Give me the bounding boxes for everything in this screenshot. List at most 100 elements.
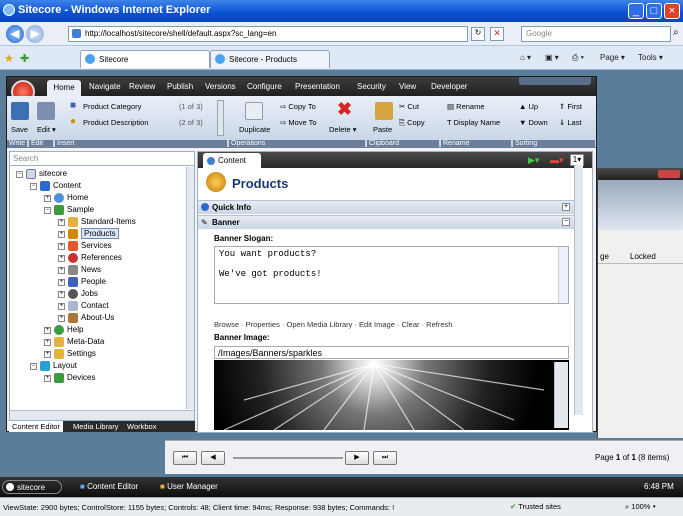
minimize-button[interactable]: _ bbox=[628, 3, 644, 19]
tab-home[interactable]: Home bbox=[47, 80, 81, 96]
tree-node-contact[interactable]: + Contact bbox=[10, 301, 185, 313]
cut-button[interactable]: ✂ Cut bbox=[399, 102, 419, 111]
tab-configure[interactable]: Configure bbox=[247, 82, 282, 91]
image-scrollbar[interactable] bbox=[554, 362, 568, 428]
column-locked[interactable]: Locked bbox=[630, 252, 656, 261]
duplicate-button[interactable]: Duplicate bbox=[239, 125, 270, 134]
collapse-icon[interactable]: − bbox=[562, 218, 570, 226]
last-page-button[interactable]: ⏭ bbox=[373, 451, 397, 465]
tree-node-services[interactable]: + Services bbox=[10, 241, 185, 253]
user-manager-close-button[interactable] bbox=[658, 170, 680, 178]
zoom-level[interactable]: ⌕ 100% ▾ bbox=[625, 502, 656, 512]
print-icon[interactable]: ⎙ ▾ bbox=[572, 53, 584, 63]
maximize-button[interactable]: □ bbox=[646, 3, 662, 19]
add-favorites-icon[interactable]: ✚ bbox=[20, 52, 29, 65]
tree-node-products[interactable]: + Products bbox=[10, 228, 185, 241]
back-icon[interactable]: ◀ bbox=[6, 25, 24, 43]
expand-icon[interactable]: + bbox=[562, 203, 570, 211]
tab-navigate[interactable]: Navigate bbox=[89, 82, 121, 91]
feeds-icon[interactable]: ▣ ▾ bbox=[545, 53, 559, 62]
ie-tab-products[interactable]: Sitecore - Products bbox=[210, 50, 330, 68]
address-input[interactable]: http://localhost/sitecore/shell/default.… bbox=[68, 26, 468, 42]
ie-tab-sitecore[interactable]: Sitecore bbox=[80, 50, 210, 68]
column-age[interactable]: ge bbox=[600, 252, 609, 261]
tab-versions[interactable]: Versions bbox=[205, 82, 236, 91]
insert-scroll[interactable] bbox=[217, 100, 224, 136]
tab-content-editor[interactable]: Content Editor bbox=[9, 421, 63, 432]
pager-slider[interactable] bbox=[233, 457, 343, 459]
insert-product-description[interactable]: Product Description bbox=[83, 118, 148, 127]
navigate-icon[interactable]: ▶▾ bbox=[528, 155, 539, 166]
tree-horizontal-scrollbar[interactable] bbox=[10, 410, 194, 420]
copy-button[interactable]: ⎘ Copy bbox=[399, 118, 425, 128]
insert-product-category[interactable]: Product Category bbox=[83, 102, 141, 111]
save-button[interactable]: Save bbox=[11, 125, 28, 134]
content-vertical-scrollbar[interactable] bbox=[574, 165, 583, 415]
edit-icon[interactable] bbox=[37, 102, 55, 120]
page-menu[interactable]: Page ▾ bbox=[600, 53, 625, 62]
tab-security[interactable]: Security bbox=[357, 82, 386, 91]
prev-page-button[interactable]: ◀ bbox=[201, 451, 225, 465]
tree-node-home[interactable]: + Home bbox=[10, 193, 185, 205]
tools-menu[interactable]: Tools ▾ bbox=[638, 53, 663, 62]
stop-icon[interactable]: ✕ bbox=[490, 27, 504, 41]
first-page-button[interactable]: ⏮ bbox=[173, 451, 197, 465]
paste-icon[interactable] bbox=[375, 102, 393, 120]
first-button[interactable]: ⇑ First bbox=[559, 102, 582, 111]
up-button[interactable]: ▲ Up bbox=[519, 102, 538, 111]
tree-node-content[interactable]: − Content bbox=[10, 181, 185, 193]
tree-vertical-scrollbar[interactable] bbox=[186, 167, 194, 409]
image-actions[interactable]: Browse · Properties · Open Media Library… bbox=[214, 320, 452, 329]
tab-media-library[interactable]: Media Library bbox=[73, 422, 118, 431]
banner-image-path[interactable]: /Images/Banners/sparkles bbox=[214, 346, 569, 359]
language-flag-icon[interactable]: ▬▾ bbox=[550, 155, 564, 166]
last-button[interactable]: ⇓ Last bbox=[559, 118, 582, 127]
delete-button[interactable]: Delete ▾ bbox=[329, 125, 357, 134]
rename-button[interactable]: ▤ Rename bbox=[447, 102, 485, 111]
tree-node-layout[interactable]: − Layout bbox=[10, 361, 185, 373]
duplicate-icon[interactable] bbox=[245, 102, 263, 120]
banner-section[interactable]: Banner bbox=[198, 215, 574, 229]
window-controls[interactable] bbox=[519, 77, 591, 85]
slogan-scrollbar[interactable] bbox=[558, 247, 568, 303]
next-page-button[interactable]: ▶ bbox=[345, 451, 369, 465]
close-button[interactable]: × bbox=[664, 3, 680, 19]
tree-node-news[interactable]: + News bbox=[10, 265, 185, 277]
edit-button[interactable]: Edit ▾ bbox=[37, 125, 56, 134]
forward-icon[interactable]: ▶ bbox=[26, 25, 44, 43]
banner-slogan-field[interactable]: You want products? We've got products! bbox=[214, 246, 569, 304]
tree-node-settings[interactable]: + Settings bbox=[10, 349, 185, 361]
delete-icon[interactable]: ✖ bbox=[337, 99, 352, 120]
display-name-button[interactable]: T Display Name bbox=[447, 118, 500, 127]
tree-node-meta-data[interactable]: + Meta-Data bbox=[10, 337, 185, 349]
favorites-star-icon[interactable]: ★ bbox=[4, 52, 14, 65]
taskbar-user-manager[interactable]: ■ User Manager bbox=[160, 482, 218, 491]
search-icon[interactable]: ⌕ bbox=[673, 27, 679, 38]
tab-workbox[interactable]: Workbox bbox=[127, 422, 156, 431]
tree-node-references[interactable]: + References bbox=[10, 253, 185, 265]
tab-view[interactable]: View bbox=[399, 82, 416, 91]
move-to-button[interactable]: ⇨ Move To bbox=[280, 118, 317, 127]
down-button[interactable]: ▼ Down bbox=[519, 118, 548, 127]
tab-publish[interactable]: Publish bbox=[167, 82, 193, 91]
search-input[interactable]: Google bbox=[521, 26, 671, 42]
tree-node-sample[interactable]: − Sample bbox=[10, 205, 185, 217]
copy-to-button[interactable]: ⇨ Copy To bbox=[280, 102, 316, 111]
tree-node-people[interactable]: + People bbox=[10, 277, 185, 289]
save-icon[interactable] bbox=[11, 102, 29, 120]
taskbar-content-editor[interactable]: ■ Content Editor bbox=[80, 482, 138, 491]
tree-node-sitecore[interactable]: − sitecore bbox=[10, 169, 185, 181]
tree-node-about-us[interactable]: + About-Us bbox=[10, 313, 185, 325]
paste-button[interactable]: Paste bbox=[373, 125, 392, 134]
quick-info-section[interactable]: Quick Info bbox=[198, 200, 574, 214]
refresh-icon[interactable]: ↻ bbox=[471, 27, 485, 41]
home-icon[interactable]: ⌂ ▾ bbox=[520, 53, 531, 62]
tree-node-devices[interactable]: + Devices bbox=[10, 373, 185, 385]
tab-presentation[interactable]: Presentation bbox=[295, 82, 340, 91]
tree-node-help[interactable]: + Help bbox=[10, 325, 185, 337]
tab-review[interactable]: Review bbox=[129, 82, 155, 91]
item-title: Products bbox=[232, 176, 289, 191]
tree-node-jobs[interactable]: + Jobs bbox=[10, 289, 185, 301]
tab-developer[interactable]: Developer bbox=[431, 82, 467, 91]
tree-search-input[interactable]: Search bbox=[10, 152, 194, 166]
